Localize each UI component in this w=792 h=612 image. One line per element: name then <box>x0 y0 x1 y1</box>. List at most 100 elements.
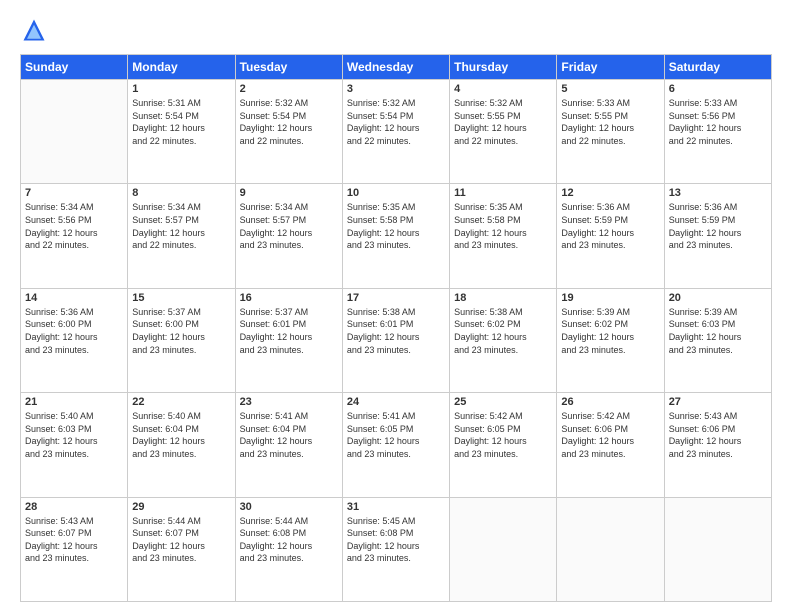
day-number: 13 <box>669 187 767 199</box>
day-number: 9 <box>240 187 338 199</box>
day-number: 29 <box>132 501 230 513</box>
logo <box>20 16 52 44</box>
calendar-table: SundayMondayTuesdayWednesdayThursdayFrid… <box>20 54 772 602</box>
calendar-cell: 21Sunrise: 5:40 AMSunset: 6:03 PMDayligh… <box>21 393 128 497</box>
cell-info: Sunrise: 5:43 AMSunset: 6:06 PMDaylight:… <box>669 410 767 460</box>
cell-info: Sunrise: 5:36 AMSunset: 6:00 PMDaylight:… <box>25 306 123 356</box>
day-number: 25 <box>454 396 552 408</box>
cell-info: Sunrise: 5:31 AMSunset: 5:54 PMDaylight:… <box>132 97 230 147</box>
calendar-cell: 14 Sunrise: 5:36 AMSunset: 6:00 PMDayligh… <box>21 288 128 392</box>
calendar-cell <box>21 80 128 184</box>
calendar-cell: 16 Sunrise: 5:37 AMSunset: 6:01 PMDayligh… <box>235 288 342 392</box>
day-number: 5 <box>561 83 659 95</box>
calendar-cell: 29 Sunrise: 5:44 AMSunset: 6:07 PMDayligh… <box>128 497 235 601</box>
calendar-header-tuesday: Tuesday <box>235 55 342 80</box>
day-number: 19 <box>561 292 659 304</box>
cell-info: Sunrise: 5:44 AMSunset: 6:07 PMDaylight:… <box>132 515 230 565</box>
calendar-header-friday: Friday <box>557 55 664 80</box>
cell-info: Sunrise: 5:32 AMSunset: 5:55 PMDaylight:… <box>454 97 552 147</box>
day-number: 17 <box>347 292 445 304</box>
day-number: 31 <box>347 501 445 513</box>
cell-info: Sunrise: 5:32 AMSunset: 5:54 PMDaylight:… <box>240 97 338 147</box>
calendar-cell: 12 Sunrise: 5:36 AMSunset: 5:59 PMDayligh… <box>557 184 664 288</box>
day-number: 11 <box>454 187 552 199</box>
calendar-header-wednesday: Wednesday <box>342 55 449 80</box>
cell-info: Sunrise: 5:38 AMSunset: 6:01 PMDaylight:… <box>347 306 445 356</box>
cell-info: Sunrise: 5:40 AMSunset: 6:03 PMDaylight:… <box>25 410 123 460</box>
calendar-week-4: 21Sunrise: 5:40 AMSunset: 6:03 PMDayligh… <box>21 393 772 497</box>
day-number: 1 <box>132 83 230 95</box>
cell-info: Sunrise: 5:36 AMSunset: 5:59 PMDaylight:… <box>669 201 767 251</box>
day-number: 28 <box>25 501 123 513</box>
cell-info: Sunrise: 5:37 AMSunset: 6:01 PMDaylight:… <box>240 306 338 356</box>
day-number: 10 <box>347 187 445 199</box>
day-number: 12 <box>561 187 659 199</box>
cell-info: Sunrise: 5:42 AMSunset: 6:06 PMDaylight:… <box>561 410 659 460</box>
cell-info: Sunrise: 5:45 AMSunset: 6:08 PMDaylight:… <box>347 515 445 565</box>
calendar-cell: 22 Sunrise: 5:40 AMSunset: 6:04 PMDayligh… <box>128 393 235 497</box>
cell-info: Sunrise: 5:33 AMSunset: 5:55 PMDaylight:… <box>561 97 659 147</box>
calendar-week-2: 7 Sunrise: 5:34 AMSunset: 5:56 PMDaylight… <box>21 184 772 288</box>
cell-info: Sunrise: 5:44 AMSunset: 6:08 PMDaylight:… <box>240 515 338 565</box>
calendar-week-5: 28 Sunrise: 5:43 AMSunset: 6:07 PMDayligh… <box>21 497 772 601</box>
calendar-cell: 24 Sunrise: 5:41 AMSunset: 6:05 PMDayligh… <box>342 393 449 497</box>
cell-info: Sunrise: 5:38 AMSunset: 6:02 PMDaylight:… <box>454 306 552 356</box>
calendar-cell: 7 Sunrise: 5:34 AMSunset: 5:56 PMDaylight… <box>21 184 128 288</box>
calendar-cell: 27 Sunrise: 5:43 AMSunset: 6:06 PMDayligh… <box>664 393 771 497</box>
calendar-week-1: 1 Sunrise: 5:31 AMSunset: 5:54 PMDaylight… <box>21 80 772 184</box>
day-number: 24 <box>347 396 445 408</box>
calendar-cell: 26 Sunrise: 5:42 AMSunset: 6:06 PMDayligh… <box>557 393 664 497</box>
calendar-cell: 4 Sunrise: 5:32 AMSunset: 5:55 PMDaylight… <box>450 80 557 184</box>
calendar-cell: 31 Sunrise: 5:45 AMSunset: 6:08 PMDayligh… <box>342 497 449 601</box>
calendar-cell <box>557 497 664 601</box>
day-number: 15 <box>132 292 230 304</box>
calendar-week-3: 14 Sunrise: 5:36 AMSunset: 6:00 PMDayligh… <box>21 288 772 392</box>
calendar-header-thursday: Thursday <box>450 55 557 80</box>
cell-info: Sunrise: 5:41 AMSunset: 6:05 PMDaylight:… <box>347 410 445 460</box>
cell-info: Sunrise: 5:40 AMSunset: 6:04 PMDaylight:… <box>132 410 230 460</box>
day-number: 27 <box>669 396 767 408</box>
day-number: 22 <box>132 396 230 408</box>
calendar-cell <box>664 497 771 601</box>
cell-info: Sunrise: 5:41 AMSunset: 6:04 PMDaylight:… <box>240 410 338 460</box>
calendar-cell: 30 Sunrise: 5:44 AMSunset: 6:08 PMDayligh… <box>235 497 342 601</box>
cell-info: Sunrise: 5:43 AMSunset: 6:07 PMDaylight:… <box>25 515 123 565</box>
calendar-header-row: SundayMondayTuesdayWednesdayThursdayFrid… <box>21 55 772 80</box>
day-number: 7 <box>25 187 123 199</box>
header <box>20 16 772 44</box>
calendar-header-monday: Monday <box>128 55 235 80</box>
day-number: 18 <box>454 292 552 304</box>
calendar-cell: 20 Sunrise: 5:39 AMSunset: 6:03 PMDayligh… <box>664 288 771 392</box>
cell-info: Sunrise: 5:39 AMSunset: 6:03 PMDaylight:… <box>669 306 767 356</box>
day-number: 6 <box>669 83 767 95</box>
day-number: 16 <box>240 292 338 304</box>
day-number: 30 <box>240 501 338 513</box>
calendar-cell: 3Sunrise: 5:32 AMSunset: 5:54 PMDaylight… <box>342 80 449 184</box>
logo-icon <box>20 16 48 44</box>
day-number: 20 <box>669 292 767 304</box>
cell-info: Sunrise: 5:39 AMSunset: 6:02 PMDaylight:… <box>561 306 659 356</box>
calendar-cell: 5 Sunrise: 5:33 AMSunset: 5:55 PMDaylight… <box>557 80 664 184</box>
cell-info: Sunrise: 5:42 AMSunset: 6:05 PMDaylight:… <box>454 410 552 460</box>
calendar-cell: 11Sunrise: 5:35 AMSunset: 5:58 PMDayligh… <box>450 184 557 288</box>
day-number: 23 <box>240 396 338 408</box>
calendar-cell: 10 Sunrise: 5:35 AMSunset: 5:58 PMDayligh… <box>342 184 449 288</box>
calendar-cell: 1 Sunrise: 5:31 AMSunset: 5:54 PMDaylight… <box>128 80 235 184</box>
calendar-header-saturday: Saturday <box>664 55 771 80</box>
calendar-cell: 19 Sunrise: 5:39 AMSunset: 6:02 PMDayligh… <box>557 288 664 392</box>
cell-info: Sunrise: 5:35 AMSunset: 5:58 PMDaylight:… <box>347 201 445 251</box>
day-number: 26 <box>561 396 659 408</box>
day-number: 4 <box>454 83 552 95</box>
day-number: 8 <box>132 187 230 199</box>
page: SundayMondayTuesdayWednesdayThursdayFrid… <box>0 0 792 612</box>
calendar-cell: 18 Sunrise: 5:38 AMSunset: 6:02 PMDayligh… <box>450 288 557 392</box>
day-number: 14 <box>25 292 123 304</box>
cell-info: Sunrise: 5:34 AMSunset: 5:56 PMDaylight:… <box>25 201 123 251</box>
cell-info: Sunrise: 5:32 AMSunset: 5:54 PMDaylight:… <box>347 97 445 147</box>
cell-info: Sunrise: 5:34 AMSunset: 5:57 PMDaylight:… <box>240 201 338 251</box>
calendar-cell: 15Sunrise: 5:37 AMSunset: 6:00 PMDayligh… <box>128 288 235 392</box>
calendar-cell: 25 Sunrise: 5:42 AMSunset: 6:05 PMDayligh… <box>450 393 557 497</box>
calendar-cell: 17 Sunrise: 5:38 AMSunset: 6:01 PMDayligh… <box>342 288 449 392</box>
cell-info: Sunrise: 5:36 AMSunset: 5:59 PMDaylight:… <box>561 201 659 251</box>
calendar-cell: 6Sunrise: 5:33 AMSunset: 5:56 PMDaylight… <box>664 80 771 184</box>
